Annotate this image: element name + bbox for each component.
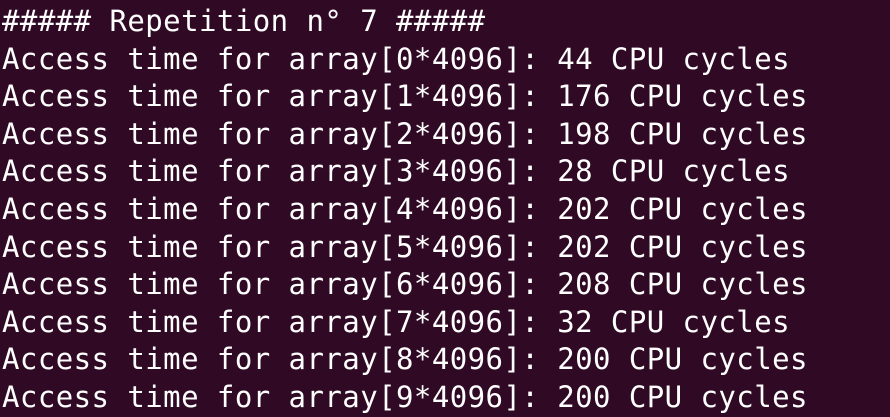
- access-time-line-3: Access time for array[3*4096]: 28 CPU cy…: [2, 154, 791, 189]
- terminal-output[interactable]: ##### Repetition n° 7 ##### Access time …: [0, 0, 890, 417]
- access-time-line-4: Access time for array[4*4096]: 202 CPU c…: [2, 191, 808, 226]
- access-time-line-6: Access time for array[6*4096]: 208 CPU c…: [2, 267, 808, 302]
- access-time-line-1: Access time for array[1*4096]: 176 CPU c…: [2, 79, 808, 114]
- access-time-line-8: Access time for array[8*4096]: 200 CPU c…: [2, 342, 808, 377]
- access-time-line-7: Access time for array[7*4096]: 32 CPU cy…: [2, 304, 791, 339]
- access-time-line-0: Access time for array[0*4096]: 44 CPU cy…: [2, 41, 791, 76]
- access-time-line-2: Access time for array[2*4096]: 198 CPU c…: [2, 116, 808, 151]
- access-time-line-5: Access time for array[5*4096]: 202 CPU c…: [2, 229, 808, 264]
- access-time-line-9: Access time for array[9*4096]: 200 CPU c…: [2, 379, 808, 414]
- repetition-header: ##### Repetition n° 7 #####: [2, 4, 486, 38]
